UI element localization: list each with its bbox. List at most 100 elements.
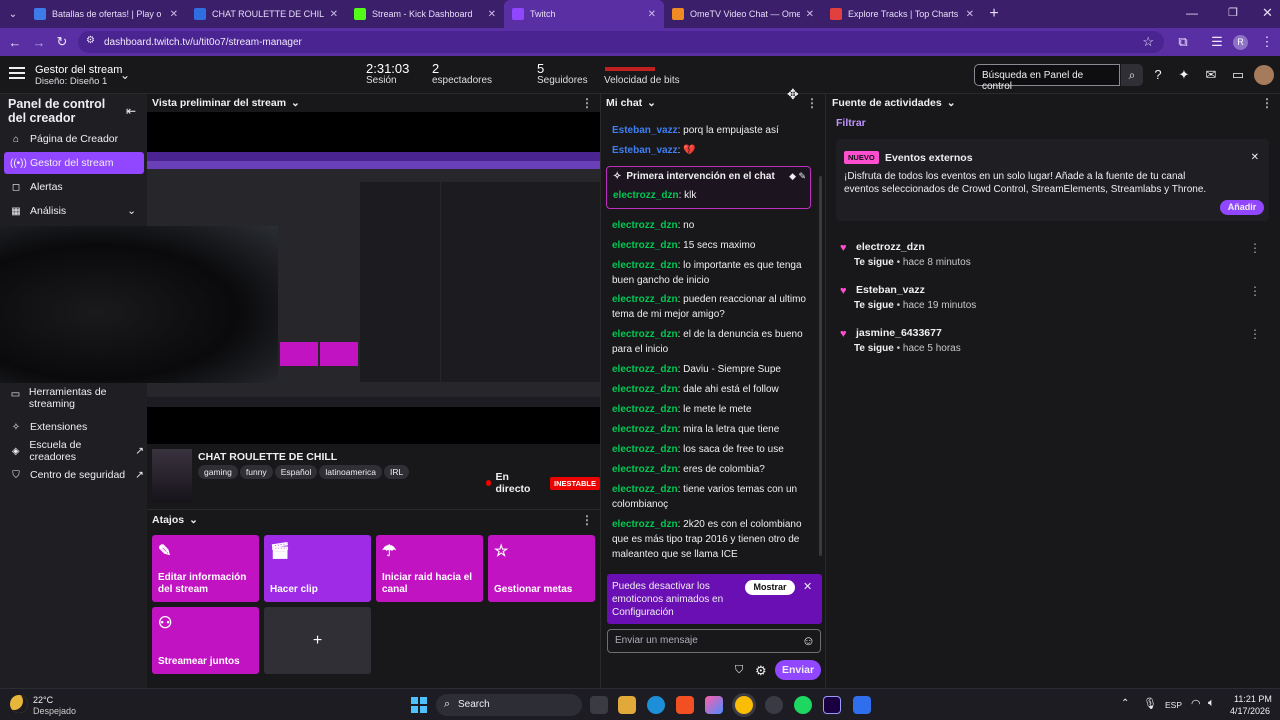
stream-tag[interactable]: gaming (198, 465, 238, 479)
add-button[interactable]: Añadir (1220, 200, 1264, 215)
more-options-icon[interactable]: ⋮ (1249, 241, 1261, 255)
sidebar-item-extensions[interactable]: ✧ Extensiones (4, 416, 144, 438)
premiere-icon[interactable] (823, 696, 841, 714)
activity-header[interactable]: Fuente de actividades ⌄ ⋮ (826, 94, 1280, 112)
help-icon[interactable]: ? (1150, 67, 1166, 83)
tray-chevron-icon[interactable]: ⌃ (1121, 698, 1129, 709)
chat-username[interactable]: electrozz_dzn (612, 464, 678, 475)
activity-event[interactable]: ♥ jasmine_6433677 Te sigue • hace 5 horas ⋮ (840, 327, 1270, 361)
chat-settings-gear-icon[interactable]: ⚙ (755, 663, 767, 679)
chat-username[interactable]: electrozz_dzn (612, 260, 678, 271)
more-options-icon[interactable]: ⋮ (581, 513, 593, 527)
chat-username[interactable]: electrozz_dzn (613, 190, 679, 201)
chat-username[interactable]: electrozz_dzn (612, 384, 678, 395)
new-tab-icon[interactable]: + (982, 5, 1006, 23)
user-avatar[interactable] (1254, 65, 1274, 85)
show-button[interactable]: Mostrar (745, 580, 795, 595)
tab-close-icon[interactable]: ✕ (648, 9, 656, 20)
mail-icon[interactable]: ✉ (1203, 67, 1219, 83)
chat-username[interactable]: electrozz_dzn (612, 220, 678, 231)
sidebar-item-creator-school[interactable]: ◈ Escuela de creadores ↗ (4, 439, 144, 463)
stream-tag[interactable]: funny (239, 465, 273, 479)
sidebar-item-creator-page[interactable]: ⌂ Página de Creador (4, 128, 144, 150)
extensions-icon[interactable]: ⧉ (1174, 33, 1192, 51)
stat-0[interactable]: 2:31:03 Sesión (366, 62, 409, 87)
tab-close-icon[interactable]: ✕ (488, 9, 496, 20)
close-icon[interactable]: ✕ (1251, 152, 1259, 163)
chat-username[interactable]: electrozz_dzn (612, 294, 678, 305)
layout-selector[interactable]: Gestor del stream Diseño: Diseño 1 (35, 64, 122, 88)
tab-close-icon[interactable]: ✕ (170, 9, 178, 20)
wifi-icon[interactable]: ◠ (1191, 697, 1201, 710)
browser-tab[interactable]: Explore Tracks | Top Charts | To ✕ (822, 0, 982, 28)
more-options-icon[interactable]: ⋮ (806, 96, 818, 110)
hamburger-menu-icon[interactable] (9, 67, 25, 79)
chat-bubble-icon[interactable]: ▭ (1230, 67, 1246, 83)
send-button[interactable]: Enviar (775, 660, 821, 680)
sidebar-item-analytics[interactable]: ▦ Análisis ⌄ (4, 200, 144, 222)
profile-avatar[interactable]: R (1233, 35, 1248, 50)
event-username[interactable]: electrozz_dzn (856, 241, 925, 253)
magic-sparkle-icon[interactable]: ✦ (1176, 67, 1192, 83)
store-icon[interactable] (676, 696, 694, 714)
weather-icon[interactable] (10, 695, 28, 713)
edge-icon[interactable] (647, 696, 665, 714)
browser-menu-icon[interactable]: ⋮ (1258, 33, 1276, 51)
sidebar-item-streaming-tools[interactable]: ▭ Herramientas de streaming (4, 386, 144, 416)
browser-tab[interactable]: Stream - Kick Dashboard ✕ (346, 0, 504, 28)
shortcuts-header[interactable]: Atajos ⌄ ⋮ (147, 511, 600, 529)
chat-header[interactable]: Mi chat ⌄ ✥ ⋮ (601, 86, 825, 112)
stream-tag[interactable]: IRL (383, 465, 410, 479)
clock-date[interactable]: 4/17/2026 (1230, 706, 1270, 716)
stat-2[interactable]: 5 Seguidores (537, 62, 588, 87)
obs-icon[interactable] (765, 696, 783, 714)
stream-tag[interactable]: latinoamerica (319, 465, 382, 479)
sidebar-item-alerts[interactable]: ◻ Alertas (4, 176, 144, 198)
activity-event[interactable]: ♥ Esteban_vazz Te sigue • hace 19 minutos ⋮ (840, 284, 1270, 318)
window-restore-icon[interactable]: ❐ (1228, 6, 1238, 19)
tab-close-icon[interactable]: ✕ (330, 9, 338, 20)
close-icon[interactable]: ✕ (803, 580, 812, 593)
moderation-shield-icon[interactable]: ⛉ (735, 664, 743, 677)
site-info-icon[interactable]: ⚙ (86, 35, 95, 46)
volume-icon[interactable]: 🔈︎ (1208, 697, 1215, 710)
chrome-icon[interactable] (735, 696, 753, 714)
chevron-down-icon[interactable]: ⌄ (120, 68, 130, 82)
browser-tab[interactable]: Batallas de ofertas! | Play o ✕ (26, 0, 186, 28)
tab-close-icon[interactable]: ✕ (806, 9, 814, 20)
browser-tab[interactable]: Twitch ✕ (504, 0, 664, 28)
more-options-icon[interactable]: ⋮ (1249, 327, 1261, 341)
chat-input[interactable]: Enviar un mensaje ☺ (607, 629, 821, 653)
browser-tab[interactable]: OmeTV Video Chat — Ome ✕ (664, 0, 822, 28)
app-icon[interactable] (853, 696, 871, 714)
stream-tag[interactable]: Español (274, 465, 318, 479)
tag-icon[interactable]: ◆ (789, 171, 796, 182)
chat-username[interactable]: electrozz_dzn (612, 364, 678, 375)
stream-together-button[interactable]: ⚇ Streamear juntos (152, 607, 259, 674)
stat-1[interactable]: 2 espectadores (432, 62, 492, 87)
microphone-icon[interactable]: 🎙︎ (1143, 697, 1157, 710)
event-username[interactable]: jasmine_6433677 (856, 327, 942, 339)
chat-username[interactable]: Esteban_vazz (612, 145, 678, 156)
tab-search-icon[interactable]: ☰ (1208, 33, 1226, 51)
spotify-icon[interactable] (794, 696, 812, 714)
dashboard-search[interactable]: Búsqueda en Panel de control (974, 64, 1120, 92)
clock-time[interactable]: 11:21 PM (1234, 694, 1272, 704)
file-explorer-icon[interactable] (618, 696, 636, 714)
start-raid-button[interactable]: ☂ Iniciar raid hacia el canal (376, 535, 483, 602)
bookmark-star-icon[interactable]: ☆ (1142, 34, 1154, 50)
activity-event[interactable]: ♥ electrozz_dzn Te sigue • hace 8 minutos ⋮ (840, 241, 1270, 275)
task-view-icon[interactable] (590, 696, 608, 714)
chat-username[interactable]: electrozz_dzn (612, 404, 678, 415)
chat-username[interactable]: electrozz_dzn (612, 329, 678, 340)
edit-icon[interactable]: ✎ (798, 171, 806, 182)
window-minimize-icon[interactable]: — (1186, 6, 1198, 20)
tab-close-icon[interactable]: ✕ (966, 9, 974, 20)
chat-username[interactable]: electrozz_dzn (612, 240, 678, 251)
sidebar-item-stream-manager[interactable]: ((•)) Gestor del stream (4, 152, 144, 174)
filter-link[interactable]: Filtrar (836, 117, 866, 129)
language-indicator[interactable]: ESP (1165, 700, 1182, 710)
chat-username[interactable]: electrozz_dzn (612, 424, 678, 435)
reload-icon[interactable]: ↻ (53, 33, 71, 51)
collapse-sidebar-icon[interactable]: ⇤ (126, 104, 136, 118)
